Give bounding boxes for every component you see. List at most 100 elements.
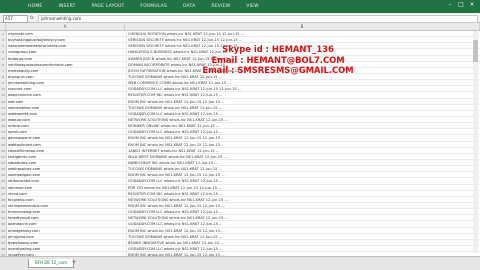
cell-whois-record[interactable]: NETWORK SOLUTIONS whois.inc NS1.KRAT 12-… — [127, 197, 480, 202]
cell-domain[interactable]: fordonzs.com — [7, 55, 127, 61]
row-number[interactable]: 20 — [0, 147, 7, 153]
cell-domain[interactable]: rainagroup.com — [7, 49, 127, 55]
row-number[interactable]: 2 — [0, 37, 7, 43]
cell-whois-record[interactable]: ENOM INC whois.inc NS1.KRAT 12-Jun-15 12… — [127, 135, 480, 140]
cell-domain[interactable]: apmil.com — [7, 129, 127, 135]
cell-whois-record[interactable]: NAMECHEAP INC whois.inc NS1.KRAT 12-Jun-… — [127, 160, 480, 165]
cell-domain[interactable]: metroequity.com — [7, 67, 127, 73]
row-number[interactable]: 14 — [0, 110, 7, 116]
cell-domain[interactable]: vehlihaagustodessurenfrontole.com — [7, 61, 127, 67]
row-number[interactable]: 27 — [0, 190, 7, 196]
row-number[interactable]: 30 — [0, 209, 7, 215]
ribbon-tab-home[interactable]: HOME — [20, 1, 50, 12]
cell-domain[interactable]: eeb.com — [7, 98, 127, 104]
row-number[interactable]: 23 — [0, 166, 7, 172]
row-number[interactable]: 25 — [0, 178, 7, 184]
cell-domain[interactable]: tjewelsoeup.com — [7, 239, 127, 245]
cell-whois-record[interactable]: GODADDY.COM LLC whois.inc NS1.KRAT 12-Ju… — [127, 86, 480, 91]
cell-whois-record[interactable]: 1AND1 INTERNET whois.inc NS1.KRAT 12-Jun… — [127, 148, 480, 153]
row-number[interactable]: 3 — [0, 43, 7, 49]
cell-domain[interactable]: onpuguin.com — [7, 73, 127, 80]
row-number[interactable]: 24 — [0, 172, 7, 178]
row-number[interactable]: 36 — [0, 245, 7, 252]
cell-whois-record[interactable]: CHENGDU ROTATION.whois.inc NS1.KRAT 12-J… — [127, 31, 480, 36]
cell-whois-record[interactable]: TUCOWS DOMAINS whois.inc NS1.KRAT 12-Jun… — [127, 105, 480, 110]
row-number[interactable]: 33 — [0, 227, 7, 233]
cell-whois-record[interactable]: REGISTER.COM INC whois.inc NS1.KRAT 12-J… — [127, 191, 480, 196]
cell-whois-record[interactable]: MONIKER ONLINE whois.inc NS1.KRAT 12-Jun… — [127, 123, 480, 128]
maximize-icon[interactable]: □ — [457, 1, 465, 9]
vertical-scrollbar[interactable] — [473, 31, 478, 253]
cell-domain[interactable]: forwdtyorpb.com — [7, 215, 127, 221]
cell-domain[interactable]: strioncombe.com — [7, 178, 127, 184]
column-header-a[interactable]: A — [6, 23, 125, 30]
row-number[interactable]: 18 — [0, 135, 7, 141]
row-number[interactable]: 22 — [0, 159, 7, 166]
row-number[interactable]: 8 — [0, 73, 7, 80]
cell-domain[interactable]: webtaxlinked.com — [7, 141, 127, 147]
cell-whois-record[interactable]: GODADDY.COM LLC whois.inc NS1.KRAT 12-Ju… — [127, 209, 480, 214]
cell-domain[interactable]: shrimpemeandco.com — [7, 202, 127, 209]
cell-whois-record[interactable]: BEIJING INNOVATIVE whois.inc NS1.KRAT 12… — [127, 240, 480, 245]
row-number[interactable]: 4 — [0, 49, 7, 55]
cell-domain[interactable]: vhrsd.com — [7, 190, 127, 196]
cell-whois-record[interactable]: NETWORK SOLUTIONS whois.inc NS1.KRAT 12-… — [127, 215, 480, 220]
row-number[interactable]: 7 — [0, 67, 7, 73]
column-header-b[interactable]: B — [125, 23, 480, 30]
row-number[interactable]: 17 — [0, 129, 7, 135]
ribbon-tab-data[interactable]: DATA — [175, 1, 203, 12]
formula-input[interactable]: johnsonwhiting.com — [38, 15, 478, 23]
sheet-tab[interactable]: BFH DE 12_com — [28, 259, 74, 268]
row-number[interactable]: 35 — [0, 239, 7, 245]
cell-whois-record[interactable]: GODADDY.COM LLC whois.inc NS1.KRAT 12-Ju… — [127, 111, 480, 116]
row-number[interactable]: 21 — [0, 153, 7, 159]
cell-domain[interactable]: ipiahdocne.com — [7, 221, 127, 227]
row-number[interactable]: 11 — [0, 92, 7, 98]
cell-whois-record[interactable]: NETWORK SOLUTIONS whois.inc NS1.KRAT 12-… — [127, 117, 480, 122]
row-number[interactable]: 5 — [0, 55, 7, 61]
cell-whois-record[interactable]: ENOM INC whois.inc NS1.KRAT 12-Jun-15 12… — [127, 172, 480, 177]
cell-domain[interactable]: rmymobi.com — [7, 31, 127, 37]
ribbon-tab-page-layout[interactable]: PAGE LAYOUT — [84, 1, 133, 12]
cell-domain[interactable]: ohteagenesy.com — [7, 227, 127, 233]
row-number[interactable]: 12 — [0, 98, 7, 104]
row-number[interactable]: 6 — [0, 61, 7, 67]
cell-domain[interactable]: sunpunt.com — [7, 86, 127, 92]
row-number[interactable]: 13 — [0, 104, 7, 110]
cell-domain[interactable]: sitpatinkes.com — [7, 159, 127, 166]
close-icon[interactable]: × — [468, 1, 476, 9]
cell-whois-record[interactable]: ENOM INC whois.inc NS1.KRAT 12-Jun-15 12… — [127, 203, 480, 208]
cell-whois-record[interactable]: TUCOWS DOMAINS whois.inc NS1.KRAT 12-Jun… — [127, 166, 480, 171]
row-number[interactable]: 15 — [0, 116, 7, 123]
add-sheet-icon[interactable]: + — [70, 259, 78, 267]
cell-whois-record[interactable]: GODADDY.COM LLC whois.inc NS1.KRAT 12-Ju… — [127, 129, 480, 134]
cell-domain[interactable]: rellsne.com — [7, 123, 127, 129]
cell-whois-record[interactable]: VERISIGN SECURITY whois.inc NS1.KRAT 12-… — [127, 37, 480, 42]
cell-domain[interactable]: timmonsolog.com — [7, 209, 127, 215]
cell-whois-record[interactable]: TUCOWS DOMAINS whois.inc NS1.KRAT 12-Jun… — [127, 234, 480, 239]
cell-domain[interactable]: saternabline.com — [7, 104, 127, 110]
cell-whois-record[interactable]: GODADDY.COM LLC whois.inc NS1.KRAT 12-Ju… — [127, 178, 480, 183]
row-number[interactable]: 28 — [0, 196, 7, 202]
cell-domain[interactable]: johnsonwhiting.com — [7, 80, 127, 86]
cell-whois-record[interactable]: GODADDY.COM LLC whois.inc NS1.KRAT 12-Ju… — [127, 221, 480, 226]
cell-domain[interactable]: waquar.com — [7, 116, 127, 123]
row-number[interactable]: 31 — [0, 215, 7, 221]
row-number[interactable]: 29 — [0, 202, 7, 209]
row-number[interactable]: 19 — [0, 141, 7, 147]
row-number[interactable]: 9 — [0, 80, 7, 86]
cell-domain[interactable]: webbomfet.com — [7, 110, 127, 116]
row-number[interactable]: 16 — [0, 123, 7, 129]
cell-whois-record[interactable]: WILD WEST DOMAINS whois.inc NS1.KRAT 12-… — [127, 154, 480, 159]
cell-domain[interactable]: avarahosting.com — [7, 245, 127, 252]
cell-domain[interactable]: naturalremediesforwrinkles.com — [7, 43, 127, 49]
cell-domain[interactable]: gamsaspanrt.com — [7, 135, 127, 141]
cell-domain[interactable]: casualfrimshop.com — [7, 147, 127, 153]
row-number[interactable]: 10 — [0, 86, 7, 92]
cell-whois-record[interactable]: PDR LTD whois.inc NS1.KRAT 12-Jun-15 12-… — [127, 185, 480, 190]
ribbon-tab-insert[interactable]: INSERT — [50, 1, 83, 12]
row-number[interactable]: 1 — [0, 31, 7, 37]
cell-domain[interactable]: jerryjpmo.com — [7, 233, 127, 239]
ribbon-tab-review[interactable]: REVIEW — [203, 1, 238, 12]
cell-domain[interactable]: buyhostingplusdailydailycy.com — [7, 37, 127, 43]
